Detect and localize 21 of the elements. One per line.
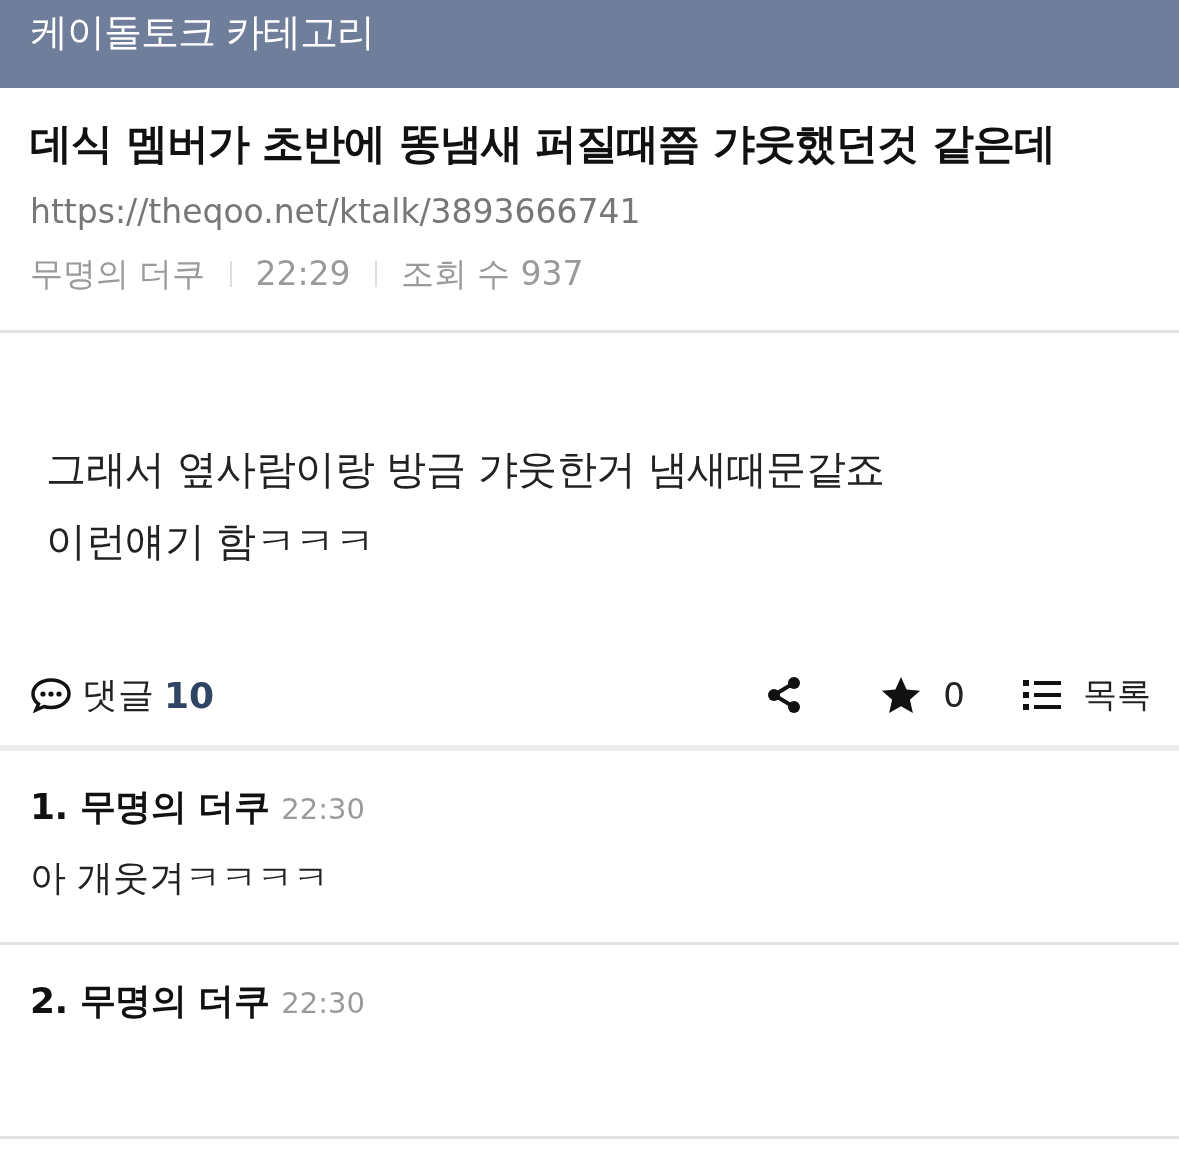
comment-time: 22:30: [281, 986, 365, 1020]
body-text: 그래서 옆사람이랑 방금 갸웃한거 냄새때문같죠: [46, 445, 886, 494]
post-url[interactable]: https://theqoo.net/ktalk/3893666741: [30, 190, 1149, 234]
comment-time: 22:30: [281, 792, 365, 826]
author-name: 무명의 더쿠: [30, 253, 206, 295]
view-count: 조회 수 937: [400, 253, 584, 295]
share-icon[interactable]: [767, 676, 802, 714]
comment-count: 10: [164, 674, 215, 716]
comment-label: 댓글: [82, 672, 154, 717]
list-icon[interactable]: [1023, 679, 1061, 711]
header-title: 케이돌토크 카테고리: [30, 10, 375, 54]
list-label[interactable]: 목록: [1083, 672, 1151, 718]
comment-text: 아 개웃겨ㅋㅋㅋㅋ: [30, 856, 331, 900]
post-title: 데식 멤버가 초반에 똥냄새 퍼질때쯤 갸웃했던것 같은데: [30, 118, 1056, 170]
star-icon[interactable]: [881, 676, 922, 714]
star-count: 0: [943, 675, 965, 715]
body-text: 이런얘기 함ㅋㅋㅋ: [46, 517, 376, 566]
post-time: 22:29: [255, 253, 351, 295]
comment-author: 1. 무명의 더쿠: [30, 785, 270, 829]
comment-icon: [30, 677, 72, 713]
comment-author: 2. 무명의 더쿠: [30, 979, 270, 1023]
